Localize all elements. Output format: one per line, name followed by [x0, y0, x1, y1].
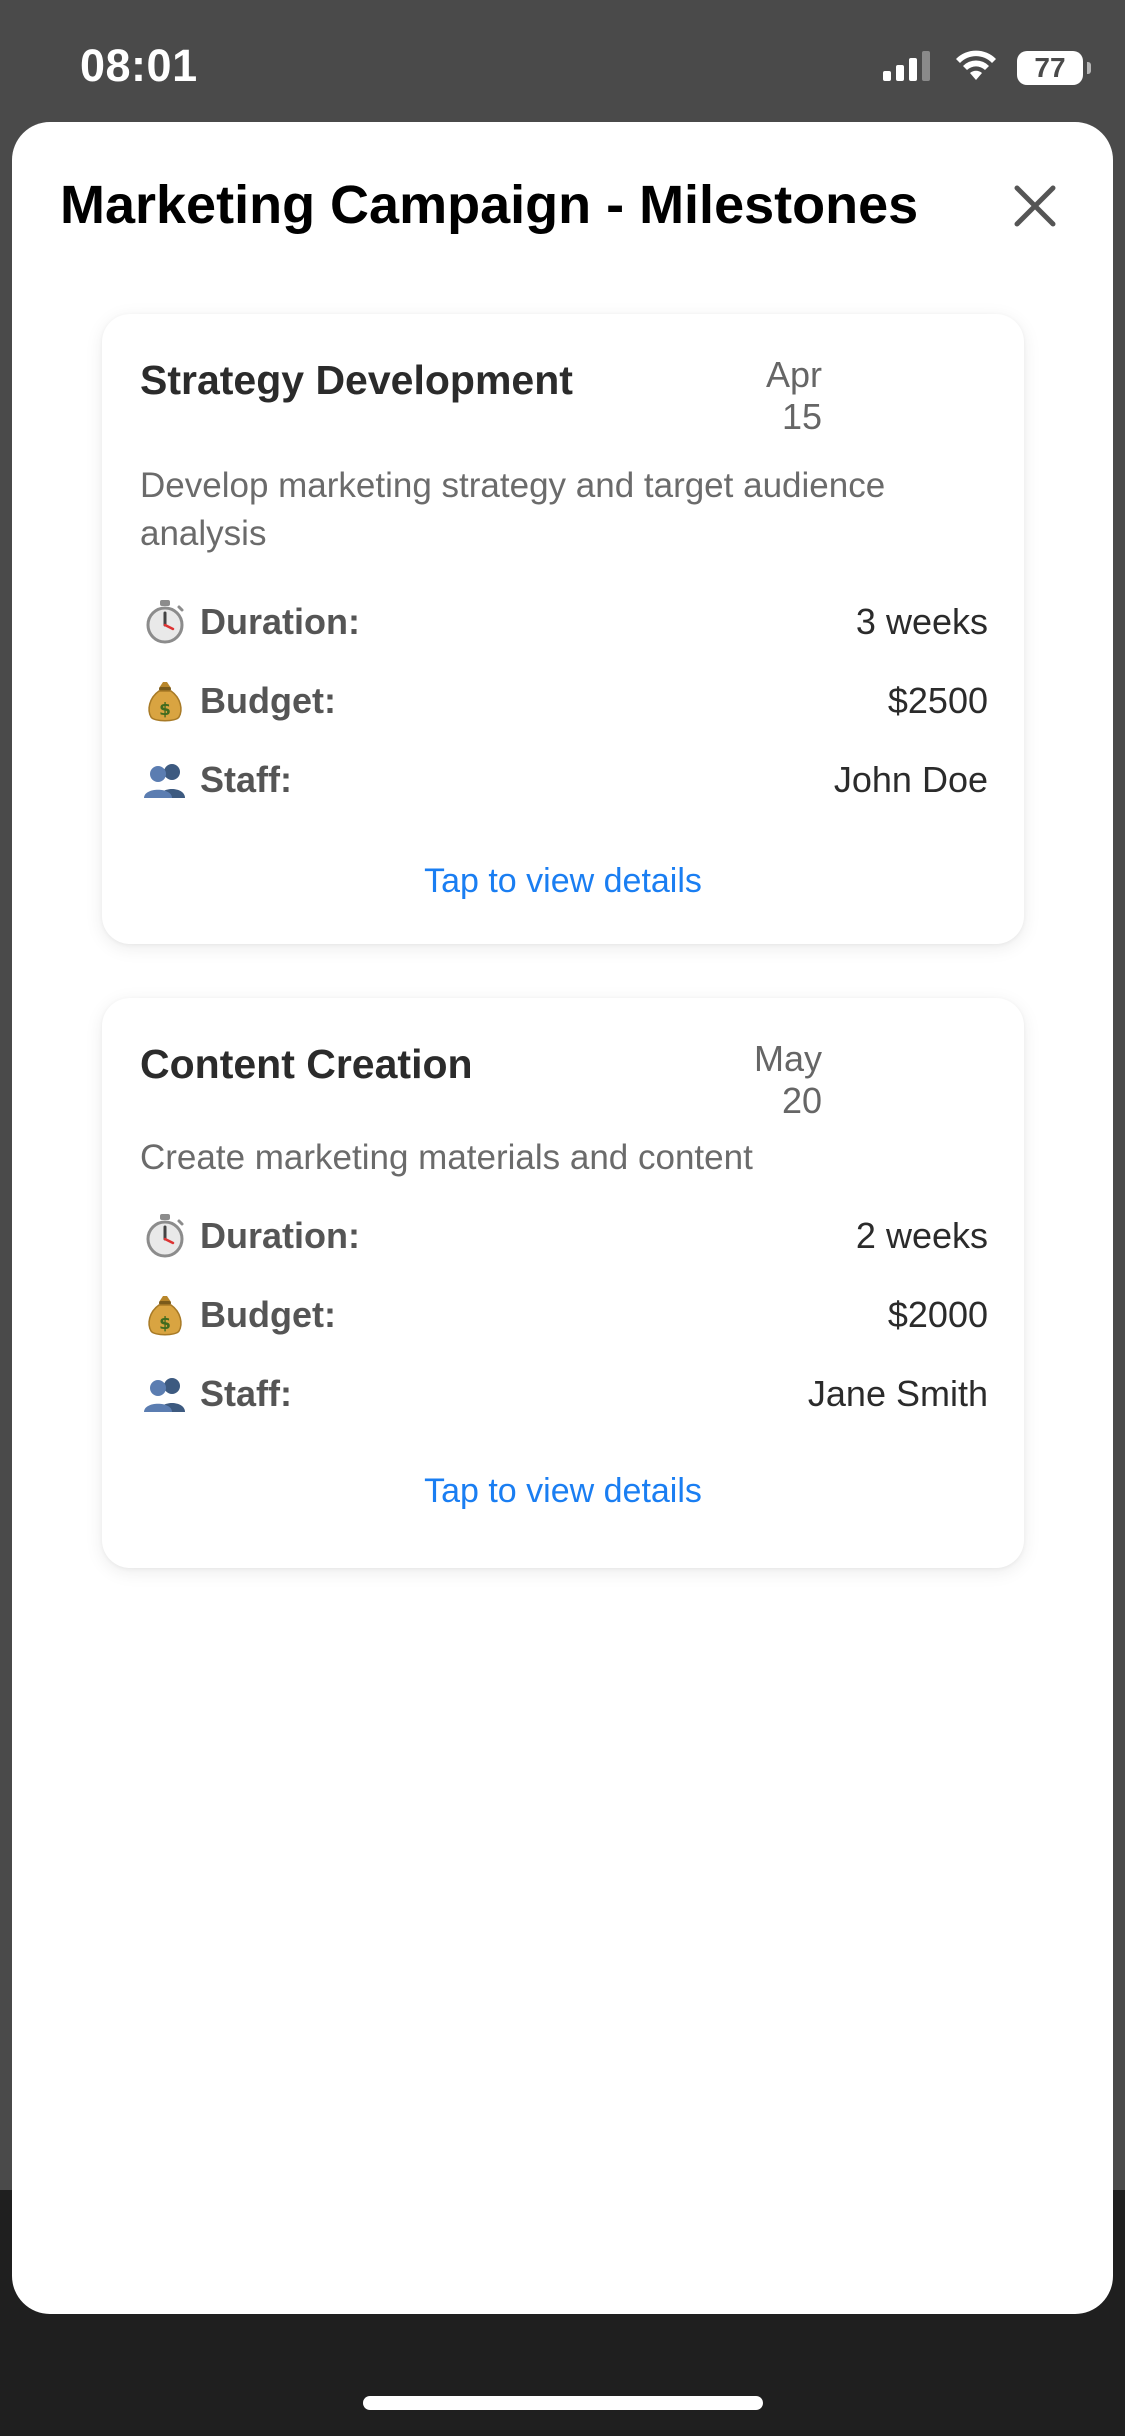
- budget-label: Budget:: [200, 680, 336, 721]
- money-bag-icon: $: [140, 1290, 190, 1340]
- duration-value: 3 weeks: [855, 601, 988, 642]
- staff-row: Staff: Jane Smith: [140, 1364, 988, 1424]
- staff-label: Staff:: [200, 1373, 292, 1414]
- people-icon: [140, 755, 190, 805]
- duration-label: Duration:: [200, 1215, 360, 1256]
- cellular-signal-icon: [883, 49, 935, 86]
- milestone-title: Strategy Development: [140, 357, 573, 403]
- milestone-date-month: May: [753, 1038, 822, 1079]
- staff-value: John Doe: [833, 759, 988, 800]
- status-time: 08:01: [80, 40, 198, 91]
- milestone-card[interactable]: Content Creation May 20 Create marketing…: [102, 998, 1024, 1568]
- milestone-title: Content Creation: [140, 1041, 473, 1087]
- milestone-date-day: 15: [781, 396, 822, 437]
- sheet-header: Marketing Campaign - Milestones: [12, 122, 1113, 292]
- staff-row: Staff: John Doe: [140, 750, 988, 810]
- duration-label: Duration:: [200, 601, 360, 642]
- sheet-title: Marketing Campaign - Milestones: [60, 175, 919, 235]
- people-icon: [140, 1369, 190, 1419]
- budget-label: Budget:: [200, 1294, 336, 1335]
- battery-indicator: 77: [1017, 50, 1091, 85]
- status-bar: 08:01 77: [0, 0, 1125, 122]
- staff-label: Staff:: [200, 759, 292, 800]
- view-details-link[interactable]: Tap to view details: [102, 1472, 1024, 1511]
- duration-row: Duration: 3 weeks: [140, 592, 988, 652]
- close-button[interactable]: [1005, 178, 1065, 238]
- budget-row: $ Budget: $2500: [140, 671, 988, 731]
- budget-value: $2500: [887, 680, 988, 721]
- milestone-description: Create marketing materials and content: [140, 1138, 753, 1177]
- milestone-date: May 20: [722, 1038, 822, 1122]
- milestones-sheet: Marketing Campaign - Milestones Strategy…: [12, 122, 1113, 2314]
- duration-row: Duration: 2 weeks: [140, 1206, 988, 1266]
- budget-row: $ Budget: $2000: [140, 1285, 988, 1345]
- wifi-icon: [953, 48, 999, 87]
- close-icon: [1013, 184, 1057, 233]
- milestone-date: Apr 15: [722, 354, 822, 438]
- home-indicator[interactable]: [363, 2396, 763, 2410]
- status-icons: 77: [883, 48, 1091, 87]
- budget-value: $2000: [887, 1294, 988, 1335]
- milestone-date-month: Apr: [765, 354, 822, 395]
- stopwatch-icon: [140, 597, 190, 647]
- staff-value: Jane Smith: [807, 1373, 988, 1414]
- duration-value: 2 weeks: [855, 1215, 988, 1256]
- milestone-description: Develop marketing strategy and target au…: [140, 466, 886, 553]
- svg-text:$: $: [159, 1314, 171, 1334]
- milestone-date-day: 20: [781, 1080, 822, 1121]
- view-details-link[interactable]: Tap to view details: [102, 862, 1024, 901]
- svg-text:$: $: [159, 700, 171, 720]
- milestone-card[interactable]: Strategy Development Apr 15 Develop mark…: [102, 314, 1024, 944]
- money-bag-icon: $: [140, 676, 190, 726]
- stopwatch-icon: [140, 1211, 190, 1261]
